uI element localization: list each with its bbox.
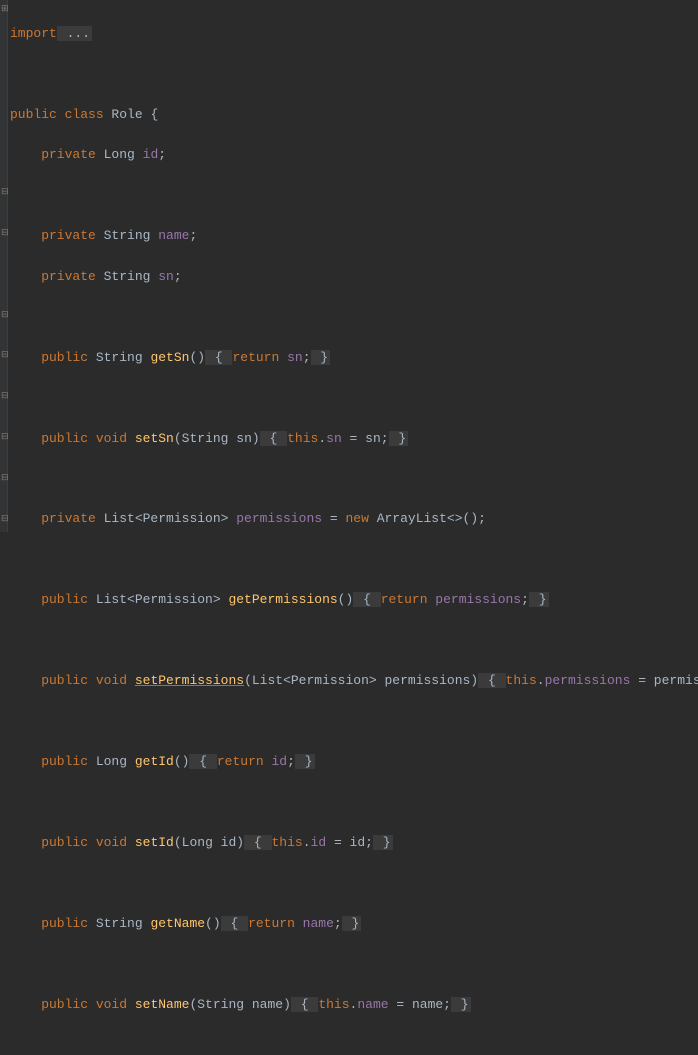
code-line[interactable]: [10, 550, 698, 570]
folded-region[interactable]: ...: [57, 26, 92, 41]
code-line[interactable]: public void setName(String name) { this.…: [10, 995, 698, 1015]
code-area[interactable]: import ... public class Role { private L…: [8, 0, 698, 532]
method-name: getName: [150, 916, 205, 931]
modifier: public: [10, 673, 96, 688]
field-name: id: [143, 147, 159, 162]
code-line[interactable]: [10, 65, 698, 85]
fold-icon[interactable]: ⊟: [1, 393, 8, 400]
code-line[interactable]: private Long id;: [10, 145, 698, 165]
method-name: getId: [135, 754, 174, 769]
import-keyword: import: [10, 26, 57, 41]
modifier: private: [10, 147, 104, 162]
return-type: List<Permission>: [96, 592, 229, 607]
method-name: getSn: [150, 350, 189, 365]
code-line[interactable]: [10, 954, 698, 974]
type: String: [104, 269, 159, 284]
code-line[interactable]: private String name;: [10, 226, 698, 246]
code-line[interactable]: public class Role {: [10, 105, 698, 125]
class-name: Role: [111, 107, 142, 122]
fold-gutter: ⊞ ⊟ ⊟ ⊟ ⊟ ⊟ ⊟ ⊟ ⊟: [0, 0, 8, 532]
field-name: name: [158, 228, 189, 243]
modifier: public: [10, 916, 96, 931]
modifier: public: [10, 592, 96, 607]
fold-icon[interactable]: ⊟: [1, 189, 8, 196]
method-name: setSn: [135, 431, 174, 446]
code-editor[interactable]: ⊞ ⊟ ⊟ ⊟ ⊟ ⊟ ⊟ ⊟ ⊟ import ... public clas…: [0, 0, 698, 532]
code-line[interactable]: [10, 307, 698, 327]
method-name: getPermissions: [228, 592, 337, 607]
type: List<Permission>: [104, 511, 237, 526]
modifier: public class: [10, 107, 111, 122]
modifier: private: [10, 228, 104, 243]
modifier: public: [10, 350, 96, 365]
return-type: void: [96, 431, 135, 446]
fold-icon[interactable]: ⊟: [1, 434, 8, 441]
return-type: void: [96, 997, 135, 1012]
fold-icon[interactable]: ⊟: [1, 475, 8, 482]
code-line[interactable]: [10, 631, 698, 651]
code-line[interactable]: public void setId(Long id) { this.id = i…: [10, 833, 698, 853]
code-line[interactable]: [10, 712, 698, 732]
code-line[interactable]: public void setPermissions(List<Permissi…: [10, 671, 698, 691]
fold-icon[interactable]: ⊟: [1, 516, 8, 523]
code-line[interactable]: public String getName() { return name; }: [10, 914, 698, 934]
code-line[interactable]: [10, 388, 698, 408]
modifier: public: [10, 431, 96, 446]
method-name: setId: [135, 835, 174, 850]
code-line[interactable]: private String sn;: [10, 267, 698, 287]
fold-icon[interactable]: ⊟: [1, 352, 8, 359]
code-line[interactable]: private List<Permission> permissions = n…: [10, 509, 698, 529]
modifier: private: [10, 511, 104, 526]
return-type: String: [96, 916, 151, 931]
code-line[interactable]: import ...: [10, 24, 698, 44]
brace: {: [143, 107, 159, 122]
code-line[interactable]: [10, 873, 698, 893]
type: Long: [104, 147, 143, 162]
code-line[interactable]: [10, 469, 698, 489]
type: String: [104, 228, 159, 243]
fold-icon[interactable]: ⊟: [1, 230, 8, 237]
code-line[interactable]: [10, 186, 698, 206]
modifier: public: [10, 835, 96, 850]
fold-icon[interactable]: ⊟: [1, 312, 8, 319]
code-line[interactable]: public void setSn(String sn) { this.sn =…: [10, 429, 698, 449]
return-type: Long: [96, 754, 135, 769]
code-line[interactable]: public Long getId() { return id; }: [10, 752, 698, 772]
field-name: permissions: [236, 511, 322, 526]
code-line[interactable]: public List<Permission> getPermissions()…: [10, 590, 698, 610]
method-name: setPermissions: [135, 673, 244, 688]
method-name: setName: [135, 997, 190, 1012]
code-line[interactable]: [10, 792, 698, 812]
fold-icon[interactable]: ⊞: [1, 6, 8, 13]
modifier: public: [10, 754, 96, 769]
field-name: sn: [158, 269, 174, 284]
return-type: void: [96, 835, 135, 850]
code-line[interactable]: public String getSn() { return sn; }: [10, 348, 698, 368]
brace: }: [311, 350, 331, 365]
return-type: String: [96, 350, 151, 365]
modifier: private: [10, 269, 104, 284]
brace: {: [205, 350, 232, 365]
return-type: void: [96, 673, 135, 688]
modifier: public: [10, 997, 96, 1012]
